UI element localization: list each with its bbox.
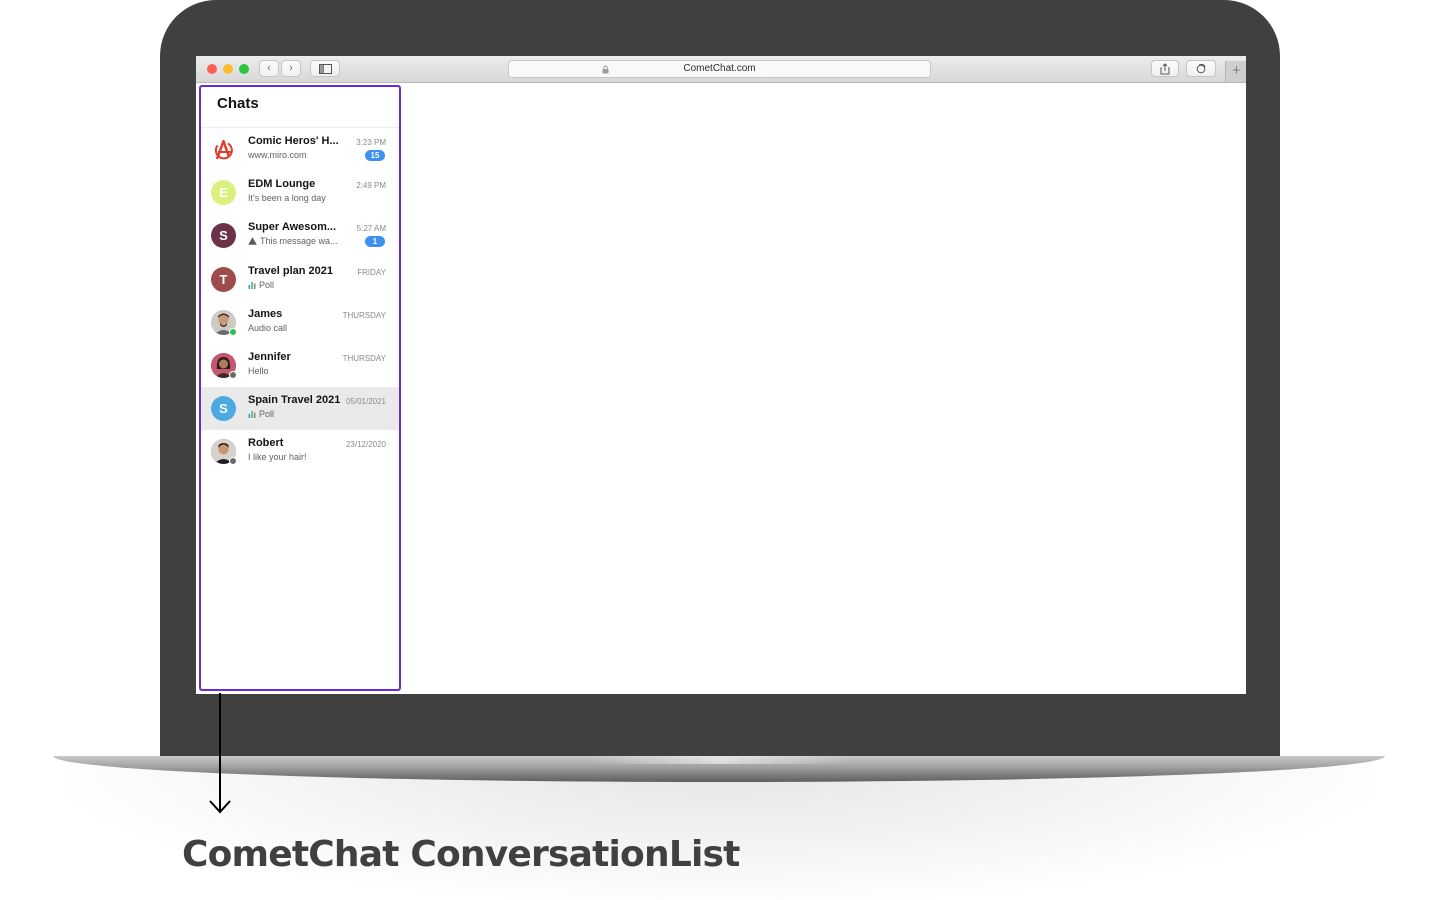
chats-title: Chats xyxy=(217,95,259,112)
tabs-overview-button[interactable] xyxy=(1186,60,1216,77)
conversation-item[interactable]: S Super Awesom... This message wa... 5:2… xyxy=(201,214,399,257)
conversation-time: FRIDAY xyxy=(357,267,386,277)
avatar: E xyxy=(211,180,236,206)
preview-text: Poll xyxy=(259,279,275,290)
tabs-icon xyxy=(1196,63,1206,74)
conversation-name: Super Awesom... xyxy=(248,221,337,234)
chevron-left-icon: ‹ xyxy=(267,62,271,74)
conversation-list: Comic Heros' H... www.miro.com 3:23 PM 1… xyxy=(201,128,399,474)
conversation-time: 2:49 PM xyxy=(356,181,386,191)
unread-badge: 1 xyxy=(365,236,385,248)
conversation-preview: Hello xyxy=(248,365,269,376)
url-text: CometChat.com xyxy=(683,63,756,74)
caption-title: CometChat ConversationList xyxy=(182,834,740,875)
avatar: S xyxy=(211,396,236,422)
preview-text: Poll xyxy=(259,409,275,420)
back-button[interactable]: ‹ xyxy=(259,60,279,77)
preview-text: This message wa... xyxy=(260,236,338,247)
conversation-preview: Poll xyxy=(248,280,352,290)
conversation-name: Spain Travel 2021 xyxy=(248,394,341,407)
avengers-logo-icon xyxy=(214,139,233,160)
conversation-time: 23/12/2020 xyxy=(345,440,386,450)
offline-status-dot xyxy=(229,457,237,466)
conversation-item[interactable]: Robert I like your hair! 23/12/2020 xyxy=(201,430,399,473)
zoom-window-button[interactable] xyxy=(239,64,249,74)
unread-badge: 15 xyxy=(365,150,385,161)
conversation-name: Travel plan 2021 xyxy=(248,264,333,277)
conversation-preview: I like your hair! xyxy=(248,452,307,463)
conversation-name: EDM Lounge xyxy=(248,178,316,191)
pointer-arrow-line xyxy=(219,693,221,811)
offline-status-dot xyxy=(229,370,237,379)
poll-icon xyxy=(248,281,256,289)
conversation-time: 3:23 PM xyxy=(356,138,386,147)
conversation-time: 5:27 AM xyxy=(356,224,386,234)
conversation-name: Comic Heros' H... xyxy=(248,135,339,147)
avengers-logo-avatar xyxy=(211,137,236,162)
conversation-name: Robert xyxy=(248,437,284,450)
conversation-preview: It's been a long day xyxy=(248,193,326,204)
poll-icon xyxy=(248,411,256,419)
sidebar-toggle-button[interactable] xyxy=(310,60,340,77)
chevron-right-icon: › xyxy=(289,62,293,74)
conversation-name: James xyxy=(248,307,283,320)
arrow-down-icon xyxy=(209,800,231,814)
conversation-preview: www.miro.com xyxy=(248,150,307,160)
close-window-button[interactable] xyxy=(207,64,217,74)
browser-toolbar: ‹ › CometChat.com + xyxy=(196,56,1246,83)
conversation-list-panel: Chats Comic Heros' H... www.miro.com 3:2… xyxy=(199,85,401,691)
conversation-item[interactable]: Jennifer Hello THURSDAY xyxy=(201,344,399,387)
conversation-time: THURSDAY xyxy=(342,310,386,320)
conversation-item-selected[interactable]: S Spain Travel 2021 Poll 05/01/2021 xyxy=(201,387,399,431)
conversation-item[interactable]: T Travel plan 2021 Poll FRIDAY xyxy=(201,258,399,301)
laptop-notch xyxy=(590,756,850,764)
new-tab-button[interactable]: + xyxy=(1225,61,1246,82)
conversation-item[interactable]: E EDM Lounge It's been a long day 2:49 P… xyxy=(201,171,399,214)
conversation-time: THURSDAY xyxy=(342,353,386,363)
share-button[interactable] xyxy=(1151,60,1179,77)
online-status-dot xyxy=(229,327,237,336)
conversation-item[interactable]: James Audio call THURSDAY xyxy=(201,301,399,344)
address-bar[interactable]: CometChat.com xyxy=(508,60,931,78)
conversation-time: 05/01/2021 xyxy=(345,397,386,407)
share-icon xyxy=(1160,63,1170,75)
conversation-name: Jennifer xyxy=(248,350,291,363)
conversation-preview: This message wa... xyxy=(248,236,352,246)
forward-button[interactable]: › xyxy=(281,60,301,77)
sidebar-icon xyxy=(318,64,332,74)
conversation-preview: Poll xyxy=(248,409,352,419)
conversation-item[interactable]: Comic Heros' H... www.miro.com 3:23 PM 1… xyxy=(201,128,399,171)
avatar: T xyxy=(211,266,236,292)
conversation-preview: Audio call xyxy=(248,322,288,333)
avatar: S xyxy=(211,223,236,249)
minimize-window-button[interactable] xyxy=(223,64,233,74)
warning-icon xyxy=(248,237,257,246)
browser-window: ‹ › CometChat.com + Chats Comic Heros' H… xyxy=(196,56,1246,694)
